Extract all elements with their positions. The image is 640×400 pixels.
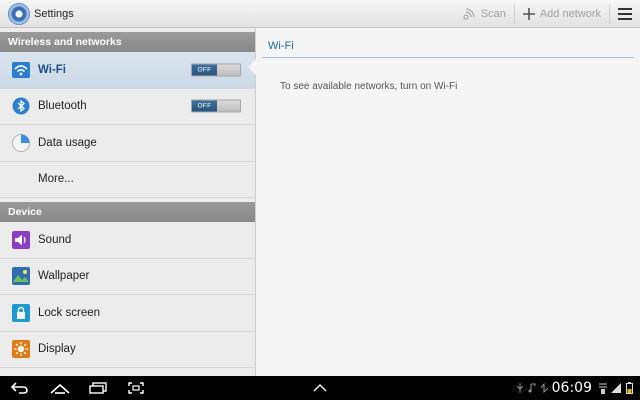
recent-apps-button[interactable]: [80, 376, 116, 400]
battery-status-icon: [622, 376, 636, 400]
toggle-state: OFF: [192, 64, 217, 76]
sidebar-item-label: Data usage: [38, 136, 97, 149]
sidebar-item-partial[interactable]: [0, 368, 255, 376]
app-title: Settings: [34, 7, 74, 20]
signal-hspa-icon: [596, 376, 610, 400]
sidebar-item-wallpaper[interactable]: Wallpaper: [0, 258, 255, 295]
selection-pointer: [248, 59, 256, 75]
sidebar-item-more[interactable]: More...: [0, 161, 255, 198]
sidebar-item-display[interactable]: Display: [0, 331, 255, 368]
bluetooth-toggle[interactable]: OFF: [191, 99, 241, 113]
scan-button[interactable]: Scan: [454, 0, 514, 28]
app-drawer-handle[interactable]: [308, 376, 332, 400]
sidebar-item-bluetooth[interactable]: Bluetooth OFF: [0, 88, 255, 125]
sync-icon: [538, 376, 552, 400]
system-bar: 06:09: [0, 376, 640, 400]
sidebar-item-data-usage[interactable]: Data usage: [0, 125, 255, 162]
sidebar-item-sound[interactable]: Sound: [0, 222, 255, 259]
back-button[interactable]: [0, 376, 40, 400]
detail-pane: Wi-Fi To see available networks, turn on…: [256, 28, 640, 376]
overflow-menu-button[interactable]: [610, 0, 640, 28]
back-icon: [11, 382, 28, 394]
scan-label: Scan: [480, 7, 506, 20]
sidebar-item-label: Wi-Fi: [38, 63, 66, 76]
music-icon: [526, 376, 538, 400]
sidebar-item-label: Bluetooth: [38, 100, 87, 113]
plus-icon: [522, 7, 535, 20]
home-icon: [50, 383, 70, 394]
wallpaper-icon: [12, 267, 30, 286]
section-header-device: Device: [0, 202, 255, 222]
add-network-label: Add network: [539, 7, 601, 20]
settings-list[interactable]: Wireless and networks Wi-Fi OFF Bluetoot…: [0, 28, 256, 376]
wifi-toggle[interactable]: OFF: [191, 63, 241, 77]
sidebar-item-label: Wallpaper: [38, 270, 90, 283]
clock: 06:09: [551, 380, 592, 396]
sidebar-item-label: More...: [38, 173, 74, 186]
lock-icon: [12, 303, 30, 322]
sidebar-item-label: Display: [38, 343, 76, 356]
sidebar-item-label: Sound: [38, 233, 72, 246]
home-button[interactable]: [40, 376, 80, 400]
toggle-state: OFF: [192, 100, 217, 112]
action-bar: Settings Scan Add network: [0, 0, 640, 28]
chevron-up-icon: [313, 384, 327, 392]
screenshot-icon: [128, 382, 144, 394]
sidebar-item-lock-screen[interactable]: Lock screen: [0, 295, 255, 332]
detail-title: Wi-Fi: [268, 40, 294, 52]
display-icon: [12, 340, 30, 359]
menu-icon: [618, 7, 632, 20]
section-header-wireless: Wireless and networks: [0, 32, 255, 52]
settings-gear-icon[interactable]: [8, 2, 30, 25]
bluetooth-icon: [12, 97, 30, 115]
sidebar-item-label: Lock screen: [38, 306, 101, 319]
usb-icon: [514, 376, 526, 400]
screenshot-button[interactable]: [116, 376, 156, 400]
detail-message: To see available networks, turn on Wi-Fi: [280, 81, 458, 92]
recent-apps-icon: [89, 382, 107, 394]
data-usage-icon: [12, 133, 30, 152]
scan-icon: [463, 7, 475, 20]
add-network-button[interactable]: Add network: [515, 0, 609, 28]
wifi-icon: [12, 61, 30, 79]
cell-signal-icon: [610, 376, 622, 400]
sidebar-item-wifi[interactable]: Wi-Fi OFF: [0, 52, 255, 89]
sound-icon: [12, 230, 30, 249]
